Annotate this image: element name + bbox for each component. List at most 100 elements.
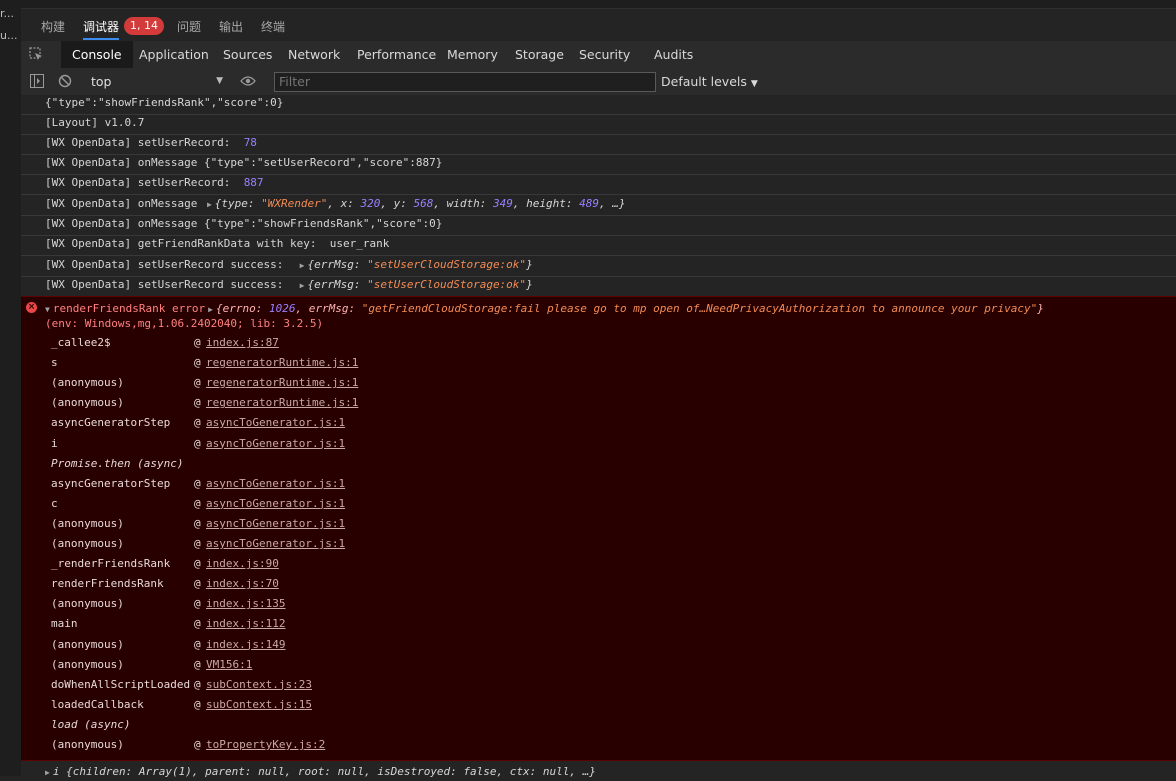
stack-frame-link[interactable]: index.js:70 bbox=[206, 577, 279, 590]
chevron-down-icon: ▼ bbox=[750, 79, 758, 89]
tab-problems[interactable]: 问题 bbox=[177, 18, 201, 35]
at-sign: @ bbox=[194, 396, 201, 410]
stack-frame-link[interactable]: index.js:87 bbox=[206, 336, 279, 349]
stack-frame-link[interactable]: VM156:1 bbox=[206, 658, 252, 671]
log-row: [WX OpenData] setUserRecord: 78 bbox=[21, 134, 1176, 155]
stack-frame-function: (anonymous) bbox=[51, 738, 124, 751]
expand-triangle-icon[interactable]: ▶ bbox=[208, 305, 213, 314]
stack-frame-link[interactable]: index.js:112 bbox=[206, 617, 285, 630]
tab-output[interactable]: 输出 bbox=[219, 18, 243, 35]
at-sign: @ bbox=[194, 657, 201, 671]
chevron-down-icon: ▼ bbox=[216, 76, 223, 86]
stack-frame-link[interactable]: regeneratorRuntime.js:1 bbox=[206, 396, 358, 409]
log-levels-dropdown[interactable]: Default levels ▼ bbox=[661, 74, 758, 89]
at-sign: @ bbox=[194, 677, 201, 691]
left-strip-text: u... bbox=[0, 29, 18, 42]
stack-frame-link[interactable]: asyncToGenerator.js:1 bbox=[206, 517, 345, 530]
error-message: ▼ renderFriendsRank error ▶ {errno: 1026, e… bbox=[45, 302, 1044, 315]
stack-frame-function: (anonymous) bbox=[51, 597, 124, 611]
tab-terminal[interactable]: 终端 bbox=[261, 18, 285, 35]
stack-frame-link[interactable]: asyncToGenerator.js:1 bbox=[206, 537, 345, 550]
stack-frame-link[interactable]: subContext.js:23 bbox=[206, 678, 312, 691]
inspect-element-icon[interactable] bbox=[29, 47, 43, 61]
stack-frame-function: loadedCallback bbox=[51, 697, 144, 711]
stack-frame-link[interactable]: regeneratorRuntime.js:1 bbox=[206, 356, 358, 369]
ide-panel-tabs: 构建 调试器 1, 14 问题 输出 终端 bbox=[21, 9, 1176, 42]
console-output: {"type":"showFriendsRank","score":0} [La… bbox=[21, 95, 1176, 778]
stack-frame-function: load (async) bbox=[51, 717, 131, 731]
top-remnant bbox=[21, 0, 1176, 9]
stack-frame-function: renderFriendsRank bbox=[51, 577, 164, 591]
at-sign: @ bbox=[194, 356, 201, 370]
stack-frame-link[interactable]: regeneratorRuntime.js:1 bbox=[206, 376, 358, 389]
stack-frame-function: asyncGeneratorStep bbox=[51, 476, 171, 490]
stack-frame-function: doWhenAllScriptLoaded bbox=[51, 677, 191, 691]
stack-frame-link[interactable]: index.js:135 bbox=[206, 597, 285, 610]
devtools-tabs: Console Application Sources Network Perf… bbox=[21, 41, 1176, 69]
context-selector[interactable]: top ▼ bbox=[91, 73, 223, 90]
console-toolbar: top ▼ Default levels ▼ bbox=[21, 68, 1176, 96]
eye-icon[interactable] bbox=[240, 75, 256, 87]
debugger-badge: 1, 14 bbox=[124, 17, 164, 35]
stack-frame-function: i bbox=[51, 436, 58, 450]
log-row: {"type":"showFriendsRank","score":0} bbox=[21, 95, 1176, 115]
tab-audits[interactable]: Audits bbox=[643, 41, 704, 68]
stack-frame-function: (anonymous) bbox=[51, 657, 124, 671]
stack-frame-link[interactable]: index.js:149 bbox=[206, 638, 285, 651]
expand-triangle-icon[interactable]: ▶ bbox=[300, 261, 305, 270]
left-strip: r... u... bbox=[0, 0, 21, 776]
at-sign: @ bbox=[194, 577, 201, 591]
stack-frame-function: (anonymous) bbox=[51, 376, 124, 390]
log-row: [WX OpenData] onMessage {"type":"setUser… bbox=[21, 154, 1176, 175]
tab-build[interactable]: 构建 bbox=[41, 18, 65, 35]
log-row[interactable]: ▶ i {children: Array(1), parent: null, ro… bbox=[21, 761, 1176, 781]
tab-application[interactable]: Application bbox=[128, 41, 220, 68]
at-sign: @ bbox=[194, 637, 201, 651]
stack-frame-link[interactable]: asyncToGenerator.js:1 bbox=[206, 477, 345, 490]
stack-frame-link[interactable]: toPropertyKey.js:2 bbox=[206, 738, 325, 751]
stack-frame-link[interactable]: asyncToGenerator.js:1 bbox=[206, 437, 345, 450]
stack-frame-function: asyncGeneratorStep bbox=[51, 416, 171, 430]
filter-input[interactable] bbox=[274, 72, 656, 92]
error-entry[interactable]: × ▼ renderFriendsRank error ▶ {errno: 1026,… bbox=[21, 296, 1176, 761]
expand-triangle-icon[interactable]: ▶ bbox=[300, 281, 305, 290]
log-row: [WX OpenData] onMessage {"type":"showFri… bbox=[21, 215, 1176, 236]
stack-frame-function: Promise.then (async) bbox=[51, 456, 184, 470]
at-sign: @ bbox=[194, 537, 201, 550]
tab-performance[interactable]: Performance bbox=[346, 41, 447, 68]
stack-frame-function: _callee2$ bbox=[51, 336, 111, 349]
log-row: [WX OpenData] setUserRecord: 887 bbox=[21, 174, 1176, 195]
at-sign: @ bbox=[194, 336, 201, 349]
tab-debugger[interactable]: 调试器 bbox=[83, 18, 120, 40]
log-row[interactable]: [WX OpenData] setUserRecord success: ▶ {e… bbox=[21, 255, 1176, 277]
expand-triangle-icon[interactable]: ▶ bbox=[207, 200, 212, 209]
tab-sources[interactable]: Sources bbox=[212, 41, 283, 68]
log-row[interactable]: [WX OpenData] setUserRecord success: ▶ {e… bbox=[21, 276, 1176, 296]
tab-console[interactable]: Console bbox=[61, 41, 133, 68]
stack-frame-function: (anonymous) bbox=[51, 637, 124, 651]
context-value: top bbox=[91, 74, 112, 89]
clear-console-icon[interactable] bbox=[58, 74, 72, 88]
tab-network[interactable]: Network bbox=[277, 41, 351, 68]
stack-frame-function: (anonymous) bbox=[51, 516, 124, 530]
stack-frame-link[interactable]: asyncToGenerator.js:1 bbox=[206, 416, 345, 429]
stack-frame-link[interactable]: index.js:90 bbox=[206, 557, 279, 570]
at-sign: @ bbox=[194, 738, 201, 751]
collapse-triangle-icon[interactable]: ▼ bbox=[45, 305, 50, 314]
at-sign: @ bbox=[194, 597, 201, 611]
stack-frame-link[interactable]: asyncToGenerator.js:1 bbox=[206, 497, 345, 510]
stack-frame-function: _renderFriendsRank bbox=[51, 557, 171, 571]
log-row: [Layout] v1.0.7 bbox=[21, 114, 1176, 135]
tab-memory[interactable]: Memory bbox=[436, 41, 509, 68]
stack-frame-link[interactable]: subContext.js:15 bbox=[206, 698, 312, 711]
at-sign: @ bbox=[194, 496, 201, 510]
at-sign: @ bbox=[194, 436, 201, 450]
sidebar-toggle-icon[interactable] bbox=[30, 74, 44, 88]
tab-security[interactable]: Security bbox=[568, 41, 641, 68]
stack-frame-function: c bbox=[51, 496, 58, 510]
log-row[interactable]: [WX OpenData] onMessage ▶ {type: "WXRende… bbox=[21, 194, 1176, 216]
tab-storage[interactable]: Storage bbox=[504, 41, 575, 68]
at-sign: @ bbox=[194, 376, 201, 390]
stack-frame-function: (anonymous) bbox=[51, 396, 124, 410]
stack-frame-function: s bbox=[51, 356, 58, 370]
